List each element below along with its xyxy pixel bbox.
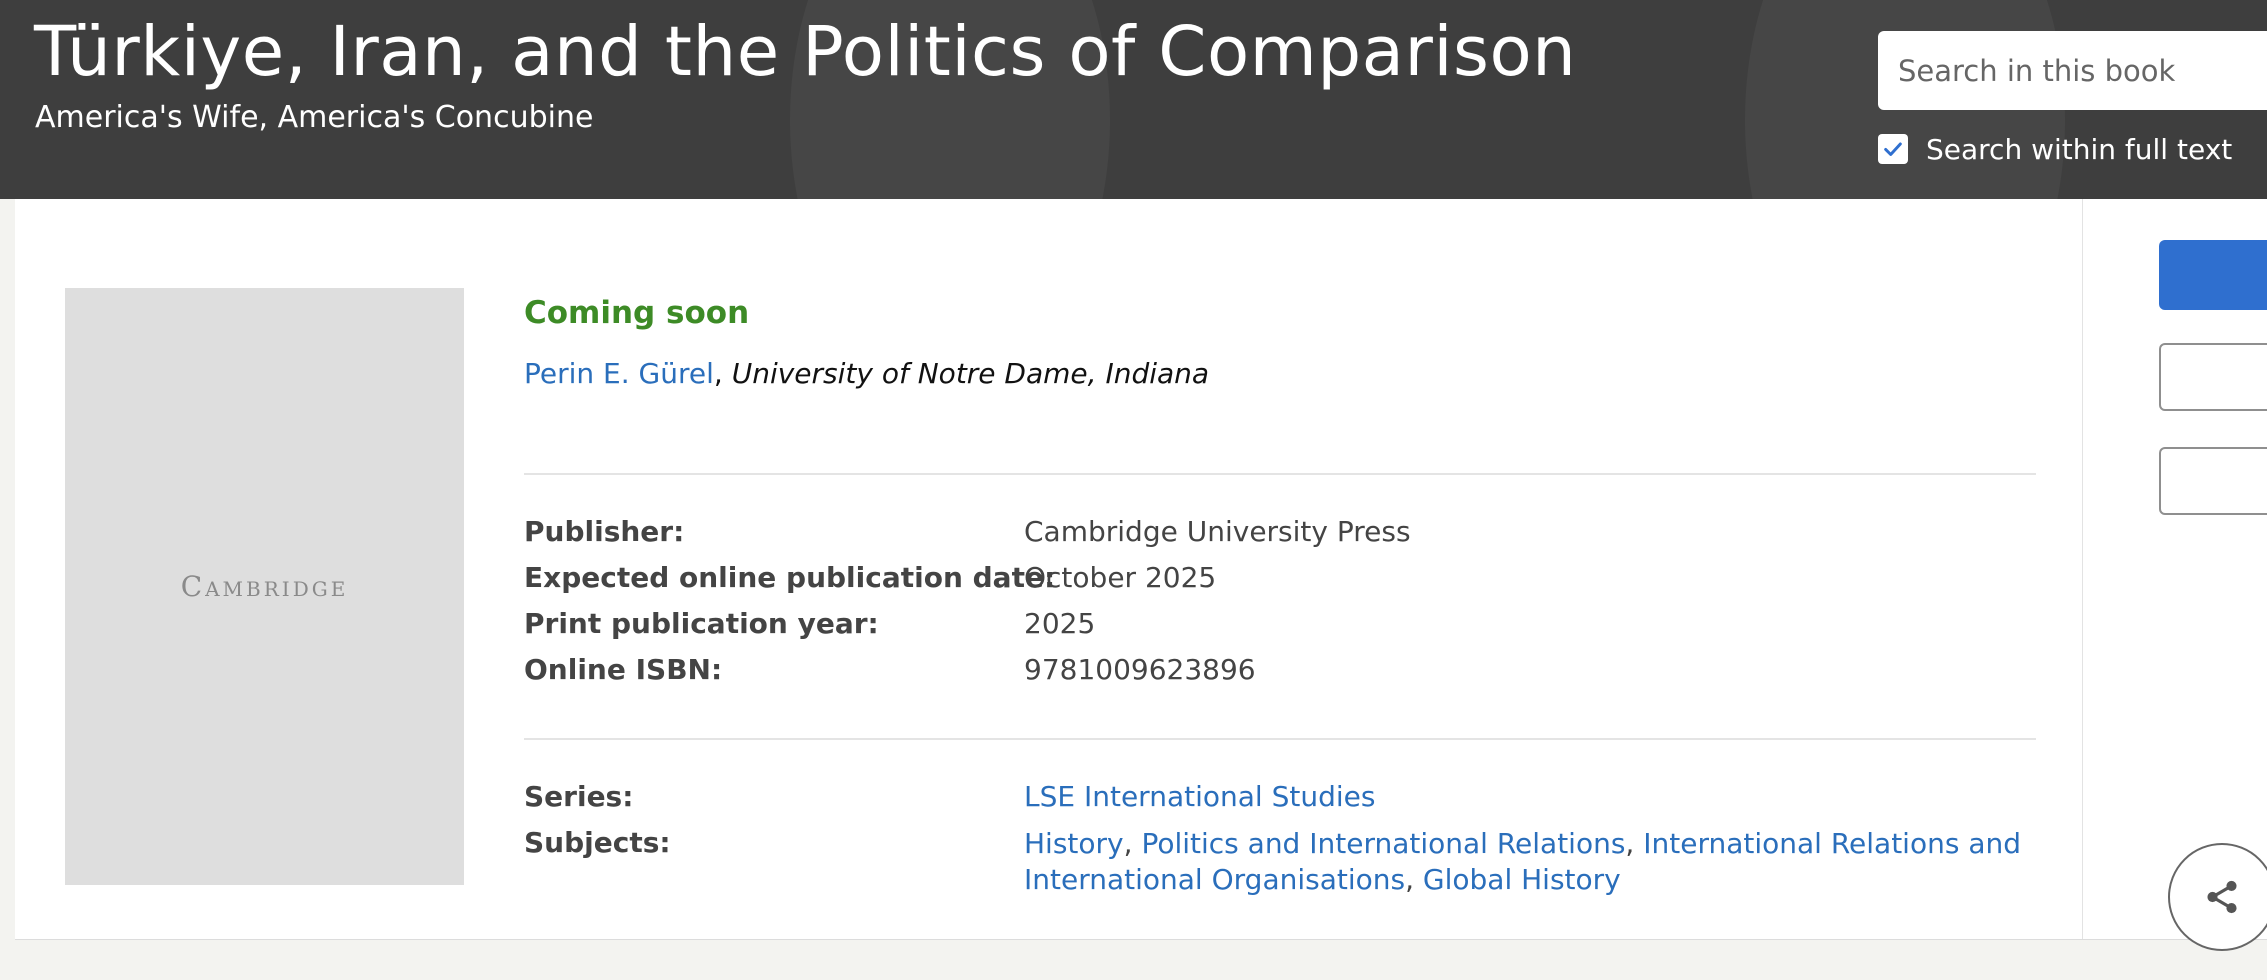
check-icon — [1884, 142, 1902, 156]
detail-label: Publisher: — [524, 515, 685, 548]
series-value: LSE International Studies — [1024, 780, 1375, 813]
detail-row-series: Series: LSE International Studies — [524, 780, 2036, 826]
detail-value: Cambridge University Press — [1024, 515, 1411, 548]
detail-label: Print publication year: — [524, 607, 879, 640]
detail-row-print-year: Print publication year: 2025 — [524, 607, 2036, 653]
book-subtitle: America's Wife, America's Concubine — [35, 100, 594, 135]
subject-link-global-history[interactable]: Global History — [1423, 863, 1621, 896]
classification-details: Series: LSE International Studies Subjec… — [524, 780, 2036, 896]
detail-row-publisher: Publisher: Cambridge University Press — [524, 515, 2036, 561]
subject-separator: , — [1625, 827, 1644, 860]
detail-value: 2025 — [1024, 607, 1096, 640]
fulltext-label: Search within full text — [1926, 132, 2233, 166]
detail-label: Online ISBN: — [524, 653, 723, 686]
book-title: Türkiye, Iran, and the Politics of Compa… — [34, 12, 1577, 92]
primary-action-button[interactable] — [2159, 240, 2267, 310]
book-header: Türkiye, Iran, and the Politics of Compa… — [0, 0, 2267, 199]
subjects-label: Subjects: — [524, 826, 671, 859]
series-label: Series: — [524, 780, 634, 813]
detail-row-subjects: Subjects: History, Politics and Internat… — [524, 826, 2036, 896]
subjects-list: History, Politics and International Rela… — [1024, 826, 2024, 898]
book-search-input[interactable] — [1878, 31, 2267, 110]
divider — [524, 738, 2036, 740]
secondary-action-button[interactable] — [2159, 343, 2267, 411]
subject-link-politics[interactable]: Politics and International Relations — [1141, 827, 1625, 860]
secondary-action-button[interactable] — [2159, 447, 2267, 515]
author-separator: , — [713, 357, 732, 390]
fulltext-checkbox[interactable] — [1878, 134, 1908, 164]
divider — [524, 473, 2036, 475]
detail-row-isbn: Online ISBN: 9781009623896 — [524, 653, 2036, 699]
detail-row-online-date: Expected online publication date: Octobe… — [524, 561, 2036, 607]
availability-status: Coming soon — [524, 295, 750, 331]
subject-separator: , — [1123, 827, 1142, 860]
book-detail-card: Cambridge Coming soon Perin E. Gürel, Un… — [15, 199, 2267, 951]
author-line: Perin E. Gürel, University of Notre Dame… — [524, 357, 1209, 390]
book-cover[interactable]: Cambridge — [65, 288, 464, 885]
author-link[interactable]: Perin E. Gürel — [524, 357, 714, 390]
author-affiliation: University of Notre Dame, Indiana — [731, 357, 1210, 390]
fulltext-search-toggle[interactable]: Search within full text — [1878, 132, 2233, 166]
cambridge-logo: Cambridge — [180, 570, 349, 603]
publication-details: Publisher: Cambridge University Press Ex… — [524, 515, 2036, 699]
share-icon — [2207, 880, 2237, 914]
subject-separator: , — [1405, 863, 1423, 896]
sidebar-divider — [2082, 199, 2083, 939]
subject-link-history[interactable]: History — [1024, 827, 1124, 860]
share-button[interactable] — [2168, 843, 2267, 951]
detail-value: October 2025 — [1024, 561, 1217, 594]
detail-label: Expected online publication date: — [524, 561, 1056, 594]
series-link[interactable]: LSE International Studies — [1024, 780, 1375, 813]
detail-value: 9781009623896 — [1024, 653, 1256, 686]
